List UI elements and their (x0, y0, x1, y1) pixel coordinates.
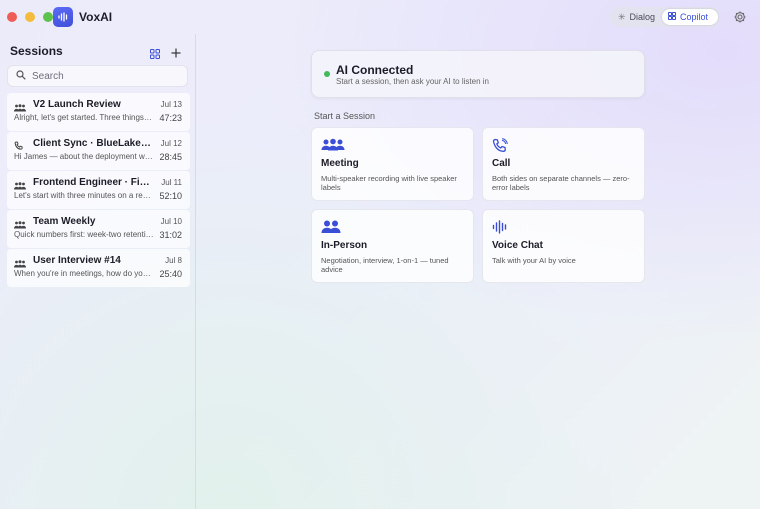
search-placeholder: Search (32, 70, 64, 82)
card-title: Call (492, 158, 511, 169)
new-session-plus-icon[interactable] (171, 45, 181, 58)
group-icon (14, 99, 26, 112)
close-window-button[interactable] (7, 12, 17, 22)
group-icon (14, 255, 26, 268)
section-title: Start a Session (314, 111, 376, 121)
card-title: Meeting (321, 158, 359, 169)
status-subtitle: Start a session, then ask your AI to lis… (336, 77, 489, 86)
sparkle-icon: ✳ (618, 11, 626, 22)
session-item[interactable]: V2 Launch Review Jul 13 Alright, let's get… (7, 93, 190, 131)
session-snippet: Hi James — about the deployment window..… (14, 152, 154, 161)
app-window: VoxAI ✳ Dialog Copilot Sessions Search V… (0, 0, 760, 509)
session-date: Jul 13 (160, 100, 182, 109)
ai-status-card: AI Connected Start a session, then ask y… (311, 50, 645, 98)
session-title: Team Weekly (33, 216, 96, 227)
session-title: V2 Launch Review (33, 99, 121, 110)
mode-toggle: ✳ Dialog Copilot (610, 7, 720, 27)
session-date: Jul 12 (160, 139, 182, 148)
sidebar-title: Sessions (10, 44, 63, 58)
session-title: Frontend Engineer · Final Round (33, 177, 151, 188)
session-date: Jul 8 (165, 256, 182, 265)
session-snippet: Let's start with three minutes on a rece… (14, 191, 154, 200)
app-title: VoxAI (79, 10, 113, 24)
session-date: Jul 10 (160, 217, 182, 226)
group-icon (14, 216, 26, 229)
phone-icon (492, 138, 508, 159)
session-item[interactable]: User Interview #14 Jul 8 When you're in me… (7, 249, 190, 287)
call-card[interactable]: Call Both sides on separate channels — z… (482, 127, 645, 201)
session-list: V2 Launch Review Jul 13 Alright, let's get… (7, 93, 190, 288)
grid-icon (668, 12, 676, 22)
phone-icon (14, 138, 26, 150)
session-duration: 31:02 (159, 230, 182, 240)
voice-chat-card[interactable]: Voice Chat Talk with your AI by voice (482, 209, 645, 283)
search-icon (16, 67, 26, 85)
session-date: Jul 11 (161, 178, 182, 187)
search-input[interactable]: Search (7, 65, 188, 87)
session-snippet: Alright, let's get started. Three things… (14, 113, 154, 122)
session-title: Client Sync · BlueLake Tech (33, 138, 151, 149)
status-dot (324, 71, 330, 77)
session-item[interactable]: Client Sync · BlueLake Tech Jul 12 Hi Jame… (7, 132, 190, 170)
dialog-mode-button[interactable]: ✳ Dialog (612, 9, 662, 25)
waveform-icon (492, 220, 508, 239)
grid-view-icon[interactable] (150, 46, 160, 59)
session-title: User Interview #14 (33, 255, 121, 266)
card-description: Multi-speaker recording with live speake… (321, 174, 457, 192)
sidebar: Sessions Search V2 Launch Review Jul 13 Al… (0, 34, 196, 509)
session-item[interactable]: Frontend Engineer · Final Round Jul 11 Let… (7, 171, 190, 209)
people-icon (321, 220, 341, 239)
in-person-card[interactable]: In-Person Negotiation, interview, 1-on-1… (311, 209, 474, 283)
session-duration: 28:45 (159, 152, 182, 162)
group-icon (14, 177, 26, 190)
session-snippet: When you're in meetings, how do you usua… (14, 269, 154, 278)
card-description: Both sides on separate channels — zero-e… (492, 174, 630, 192)
status-title: AI Connected (336, 63, 414, 77)
title-bar: VoxAI ✳ Dialog Copilot (0, 0, 760, 34)
session-duration: 47:23 (159, 113, 182, 123)
card-title: Voice Chat (492, 240, 543, 251)
card-description: Talk with your AI by voice (492, 256, 576, 265)
session-item[interactable]: Team Weekly Jul 10 Quick numbers first: we… (7, 210, 190, 248)
maximize-window-button[interactable] (43, 12, 53, 22)
dialog-mode-label: Dialog (629, 12, 656, 22)
gear-icon[interactable] (733, 10, 747, 24)
window-controls (7, 12, 53, 22)
group-icon (321, 138, 345, 157)
card-description: Negotiation, interview, 1-on-1 — tuned a… (321, 256, 449, 274)
meeting-card[interactable]: Meeting Multi-speaker recording with liv… (311, 127, 474, 201)
minimize-window-button[interactable] (25, 12, 35, 22)
session-duration: 25:40 (159, 269, 182, 279)
session-snippet: Quick numbers first: week-two retention.… (14, 230, 154, 239)
app-logo-icon (53, 7, 73, 27)
session-duration: 52:10 (159, 191, 182, 201)
copilot-mode-button[interactable]: Copilot (662, 9, 718, 25)
card-title: In-Person (321, 240, 368, 251)
copilot-mode-label: Copilot (680, 12, 709, 22)
